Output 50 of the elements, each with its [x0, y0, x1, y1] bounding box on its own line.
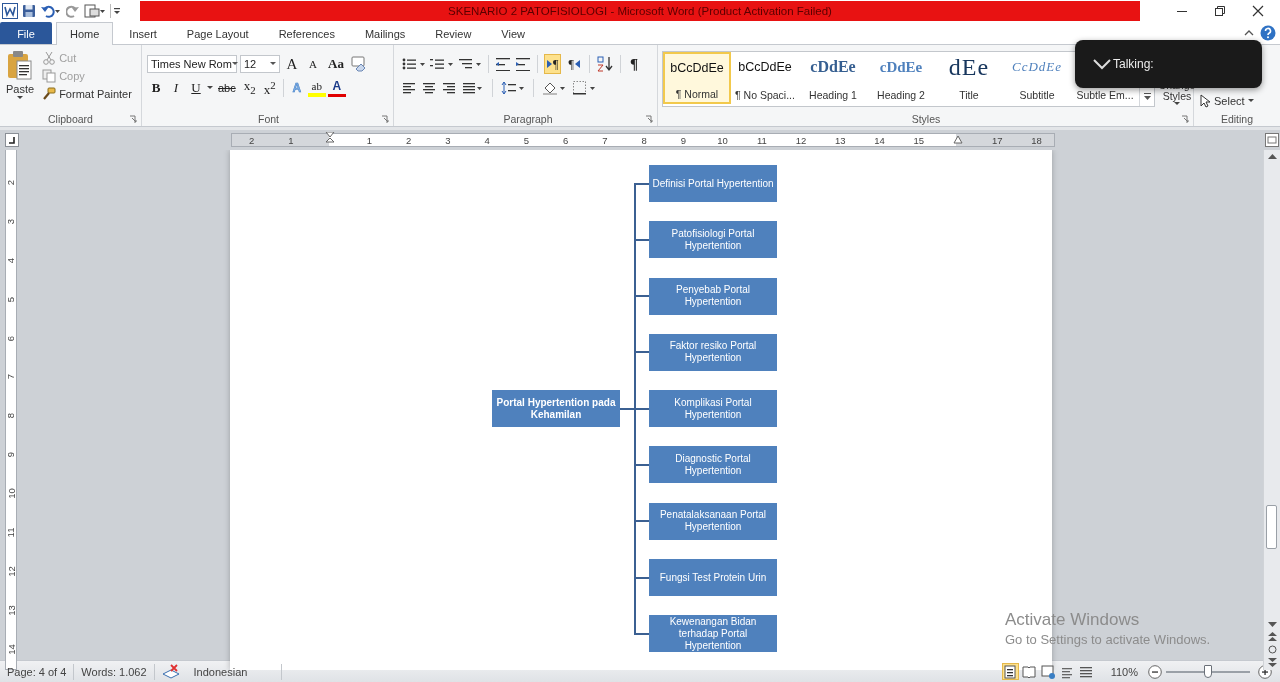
- ruler-number: 10: [5, 488, 17, 499]
- diagram-box: Definisi Portal Hypertention: [649, 165, 777, 202]
- group-label: Clipboard: [48, 113, 93, 125]
- ruler-number: 11: [756, 134, 767, 146]
- ruler-number: 11: [5, 527, 17, 538]
- ruler-number: 10: [717, 134, 728, 146]
- ruler-number: 5: [523, 134, 529, 146]
- activation-message: Go to Settings to activate Windows.: [1005, 632, 1211, 647]
- ruler-number: 13: [835, 134, 846, 146]
- ruler-number: 8: [5, 413, 17, 419]
- ruler-number: 6: [5, 335, 17, 341]
- ruler-number: 12: [795, 134, 807, 146]
- group-label: Styles: [911, 113, 941, 125]
- ruler-number: 5: [5, 296, 17, 302]
- group-label: Editing: [1220, 113, 1254, 125]
- ruler-number: 2: [5, 179, 17, 186]
- ruler-number: 6: [562, 134, 569, 146]
- ruler-number: 9: [5, 452, 17, 458]
- ruler-number: 2: [405, 134, 412, 146]
- diagram-box: Fungsi Test Protein Urin: [649, 559, 777, 597]
- ruler-number: 2: [248, 134, 255, 146]
- ruler-number: 13: [5, 604, 17, 616]
- ruler-number: 12: [5, 566, 17, 577]
- diagram-root-box: Portal Hypertention pada Kehamilan: [492, 390, 620, 428]
- ruler-number: 7: [602, 134, 608, 146]
- ruler-number: 8: [641, 134, 647, 146]
- ruler-number: 1: [288, 134, 294, 146]
- diagram-box: Faktor resiko Portal Hypertention: [649, 333, 777, 371]
- ruler-number: 17: [992, 134, 1003, 146]
- group-label: Paragraph: [503, 113, 553, 125]
- diagram-box: Komplikasi Portal Hypertention: [649, 390, 777, 428]
- ruler-number: 15: [913, 134, 925, 146]
- diagram-box: Penyebab Portal Hypertention: [649, 277, 777, 315]
- diagram-box: Patofisiologi Portal Hypertention: [649, 221, 777, 259]
- ruler-number: 18: [1031, 134, 1042, 146]
- ruler-number: 1: [366, 134, 372, 146]
- ruler-number: 3: [445, 134, 451, 146]
- ruler-number: 3: [5, 218, 17, 224]
- ruler-number: 14: [874, 134, 885, 146]
- talking-label: Talking:: [1113, 57, 1154, 71]
- ruler-number: 4: [5, 257, 17, 263]
- diagram-box: Kewenangan Bidan terhadap Portal Hypertention: [649, 615, 777, 653]
- ruler-number: 9: [680, 134, 686, 146]
- ruler-number: 7: [5, 374, 17, 380]
- window-title: SKENARIO 2 PATOFISIOLOGI - Microsoft Word (Product Activation Failed): [140, 1, 1140, 21]
- group-label: Font: [258, 113, 279, 125]
- diagram-box: Penatalaksanaan Portal Hypertention: [649, 502, 777, 540]
- diagram-box: Diagnostic Portal Hypertention: [649, 446, 777, 484]
- ruler-number: 4: [484, 134, 490, 146]
- ruler-number: 14: [5, 643, 17, 655]
